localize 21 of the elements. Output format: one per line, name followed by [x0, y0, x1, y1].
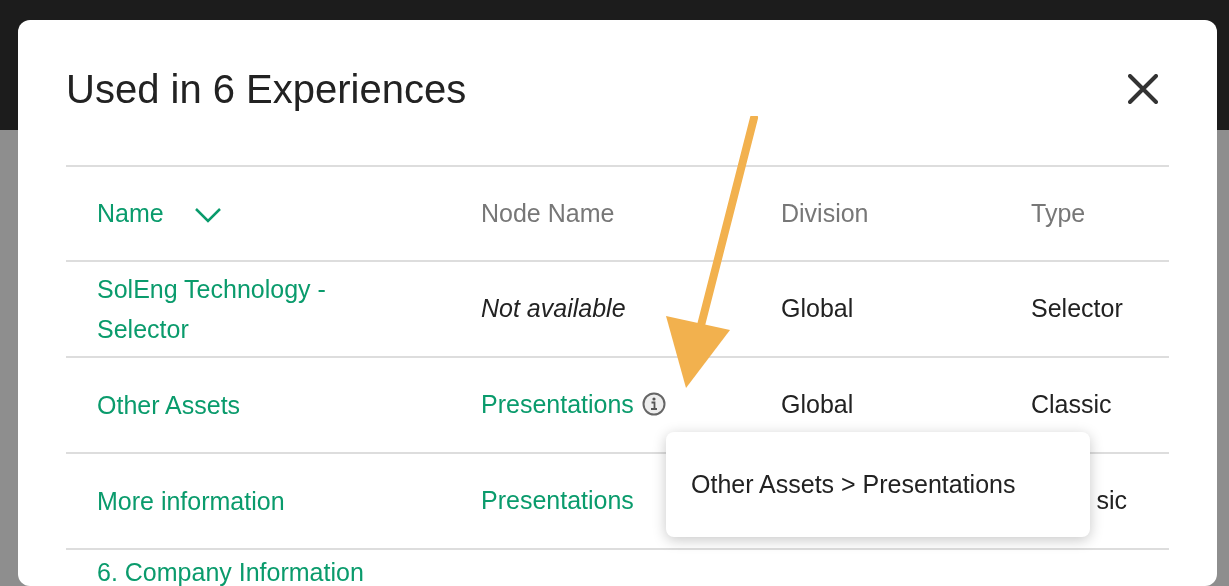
experience-link[interactable]: Other Assets — [97, 385, 241, 425]
experience-link[interactable]: SolEng Technology - Selector — [97, 269, 397, 349]
experience-link[interactable]: 6. Company Information — [97, 557, 364, 586]
table-cell-text: sic — [1095, 485, 1127, 517]
table-cell: Selector — [1031, 294, 1123, 323]
table-cell: Not available — [481, 294, 626, 323]
table-cell: Classic — [1031, 390, 1112, 419]
table-cell: Global — [781, 390, 854, 419]
column-header[interactable]: Node Name — [481, 198, 615, 227]
node-link[interactable]: Presentations — [481, 486, 634, 515]
column-header[interactable]: Division — [781, 198, 869, 227]
column-header[interactable]: Type — [1031, 198, 1086, 227]
close-icon — [1128, 73, 1158, 104]
chevron-down-icon[interactable] — [193, 207, 222, 224]
tooltip: Other Assets > Presentations — [666, 432, 1090, 537]
info-icon[interactable] — [641, 392, 666, 417]
node-link[interactable]: Presentations — [481, 390, 634, 419]
experience-link[interactable]: More information — [97, 481, 285, 521]
dialog-title: Used in 6 Experiences — [66, 65, 467, 113]
column-header[interactable]: Name — [97, 198, 164, 227]
table-cell: Global — [781, 294, 854, 323]
